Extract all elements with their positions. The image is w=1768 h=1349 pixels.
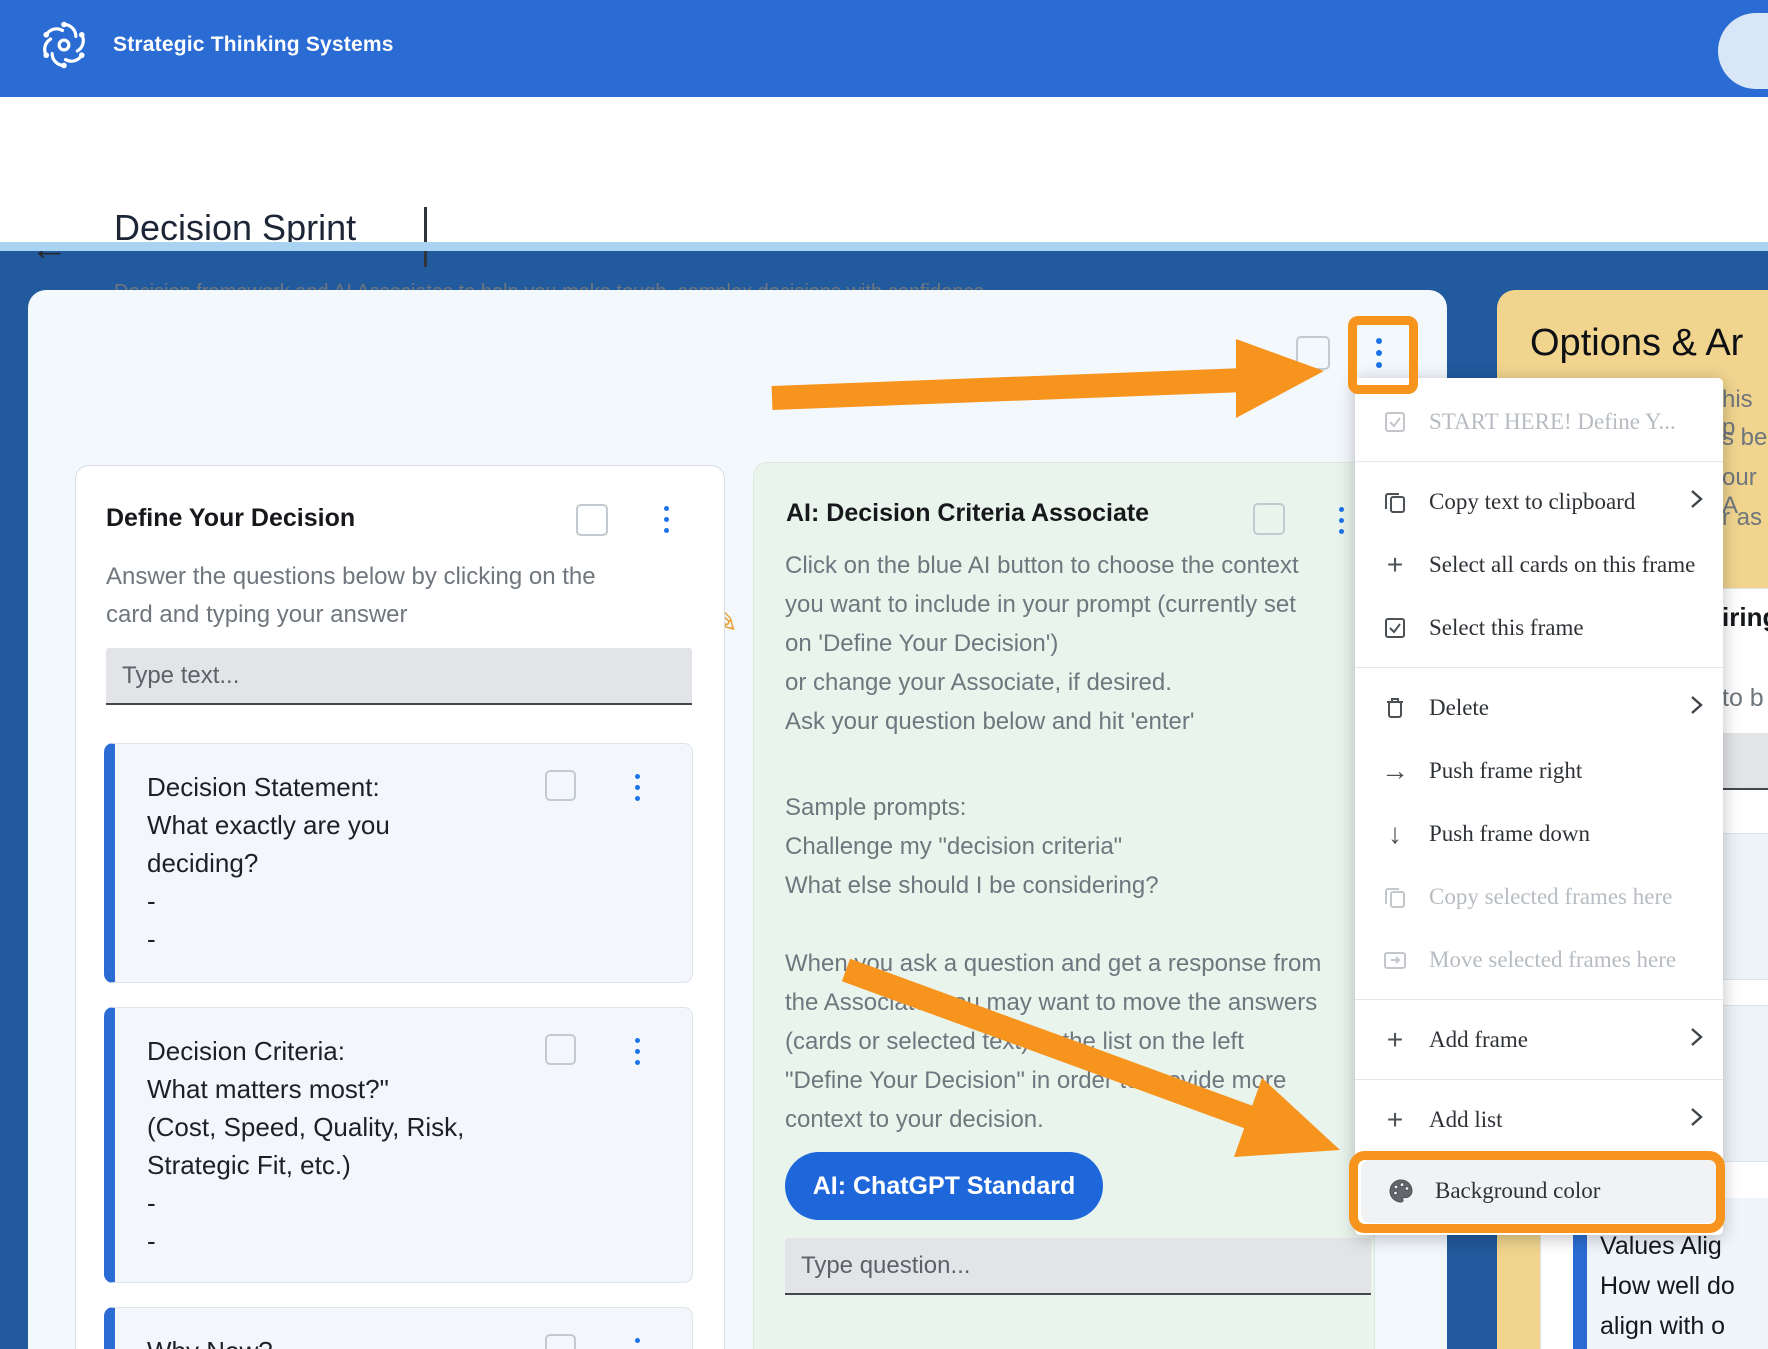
card-checkbox[interactable] <box>545 1334 576 1349</box>
app-title: Strategic Thinking Systems <box>113 33 394 57</box>
frame-context-menu: START HERE! Define Y... Copy text to cli… <box>1355 378 1723 1235</box>
card-checkbox[interactable] <box>545 1034 576 1065</box>
list-title: AI: Decision Criteria Associate <box>786 499 1149 528</box>
chevron-right-icon <box>1690 1026 1703 1053</box>
menu-item-add-list[interactable]: + Add list <box>1355 1088 1723 1151</box>
app-logo-icon <box>36 17 92 73</box>
text-input[interactable]: Type text... <box>106 648 692 705</box>
decision-sprint-app: Strategic Thinking Systems ← Decision Sp… <box>0 0 1768 1349</box>
chevron-right-icon <box>1690 694 1703 721</box>
card-kebab-menu-icon[interactable] <box>635 1338 640 1349</box>
sample-prompts-paragraph: Sample prompts: Challenge my "decision c… <box>785 788 1405 905</box>
menu-item-background-color[interactable]: Background color <box>1361 1159 1717 1223</box>
menu-item-add-frame[interactable]: + Add frame <box>1355 1008 1723 1071</box>
ai-model-button[interactable]: AI: ChatGPT Standard <box>785 1152 1103 1220</box>
copy-icon <box>1381 885 1409 909</box>
list-kebab-menu-icon[interactable] <box>1339 507 1344 534</box>
menu-item-frame-name: START HERE! Define Y... <box>1355 390 1723 453</box>
menu-item-push-frame-down[interactable]: ↓ Push frame down <box>1355 802 1723 865</box>
frame-checkbox[interactable] <box>1296 336 1330 370</box>
frame-kebab-menu-icon[interactable] <box>1376 338 1382 368</box>
hidden-text-fragment: r as <box>1722 504 1762 532</box>
hidden-text-fragment: s be <box>1722 424 1767 452</box>
menu-item-move-selected-frames: Move selected frames here <box>1355 928 1723 991</box>
menu-divider <box>1355 1079 1723 1080</box>
frame-title: Options & Ar <box>1530 322 1743 365</box>
trash-icon <box>1381 696 1409 720</box>
plus-icon: + <box>1381 549 1409 581</box>
question-input[interactable]: Type question... <box>785 1238 1371 1295</box>
checkbox-checked-icon <box>1381 410 1409 434</box>
menu-item-select-this-frame[interactable]: Select this frame <box>1355 596 1723 659</box>
list-body-fragment: to b <box>1722 684 1764 713</box>
card-text: Decision Statement: What exactly are you… <box>147 768 390 958</box>
ai-instructions-paragraph: Click on the blue AI button to choose th… <box>785 546 1405 741</box>
list-title: Define Your Decision <box>106 504 355 533</box>
arrow-right-icon: → <box>1381 755 1409 787</box>
arrow-down-icon: ↓ <box>1381 818 1409 850</box>
card-why-now[interactable]: Why Now? <box>104 1307 693 1349</box>
move-answers-paragraph: When you ask a question and get a respon… <box>785 944 1405 1139</box>
copy-icon <box>1381 490 1409 514</box>
avatar[interactable] <box>1718 13 1768 89</box>
menu-item-select-all-cards[interactable]: + Select all cards on this frame <box>1355 533 1723 596</box>
folder-move-icon <box>1381 948 1409 972</box>
menu-item-copy-selected-frames: Copy selected frames here <box>1355 865 1723 928</box>
card-decision-statement[interactable]: Decision Statement: What exactly are you… <box>104 743 693 983</box>
chevron-right-icon <box>1690 488 1703 515</box>
plus-icon: + <box>1381 1024 1409 1056</box>
list-checkbox[interactable] <box>576 504 608 536</box>
text-cursor <box>424 207 427 267</box>
menu-divider <box>1355 999 1723 1000</box>
card-checkbox[interactable] <box>545 770 576 801</box>
palette-icon <box>1387 1178 1415 1204</box>
card-text: Values Alig How well do align with o <box>1600 1226 1735 1346</box>
list-kebab-menu-icon[interactable] <box>664 506 669 533</box>
card-kebab-menu-icon[interactable] <box>635 774 640 801</box>
page-header: ← Decision Sprint Decision framework and… <box>0 97 1768 242</box>
chevron-right-icon <box>1690 1106 1703 1133</box>
list-description: Answer the questions below by clicking o… <box>106 558 596 634</box>
card-decision-criteria[interactable]: Decision Criteria: What matters most?" (… <box>104 1007 693 1283</box>
list-define-your-decision[interactable]: Define Your Decision Answer the question… <box>75 465 725 1349</box>
list-title-fragment: iring <box>1722 602 1768 633</box>
card-text: Why Now? <box>147 1332 273 1349</box>
divider-strip <box>0 242 1768 251</box>
menu-item-delete[interactable]: Delete <box>1355 676 1723 739</box>
card-kebab-menu-icon[interactable] <box>635 1038 640 1065</box>
plus-icon: + <box>1381 1104 1409 1136</box>
card-text: Decision Criteria: What matters most?" (… <box>147 1032 464 1260</box>
menu-item-copy-text[interactable]: Copy text to clipboard <box>1355 470 1723 533</box>
menu-divider <box>1355 461 1723 462</box>
menu-divider <box>1355 667 1723 668</box>
menu-item-push-frame-right[interactable]: → Push frame right <box>1355 739 1723 802</box>
app-header: Strategic Thinking Systems <box>0 0 1768 97</box>
checkbox-checked-icon <box>1381 616 1409 640</box>
list-checkbox[interactable] <box>1253 503 1285 535</box>
